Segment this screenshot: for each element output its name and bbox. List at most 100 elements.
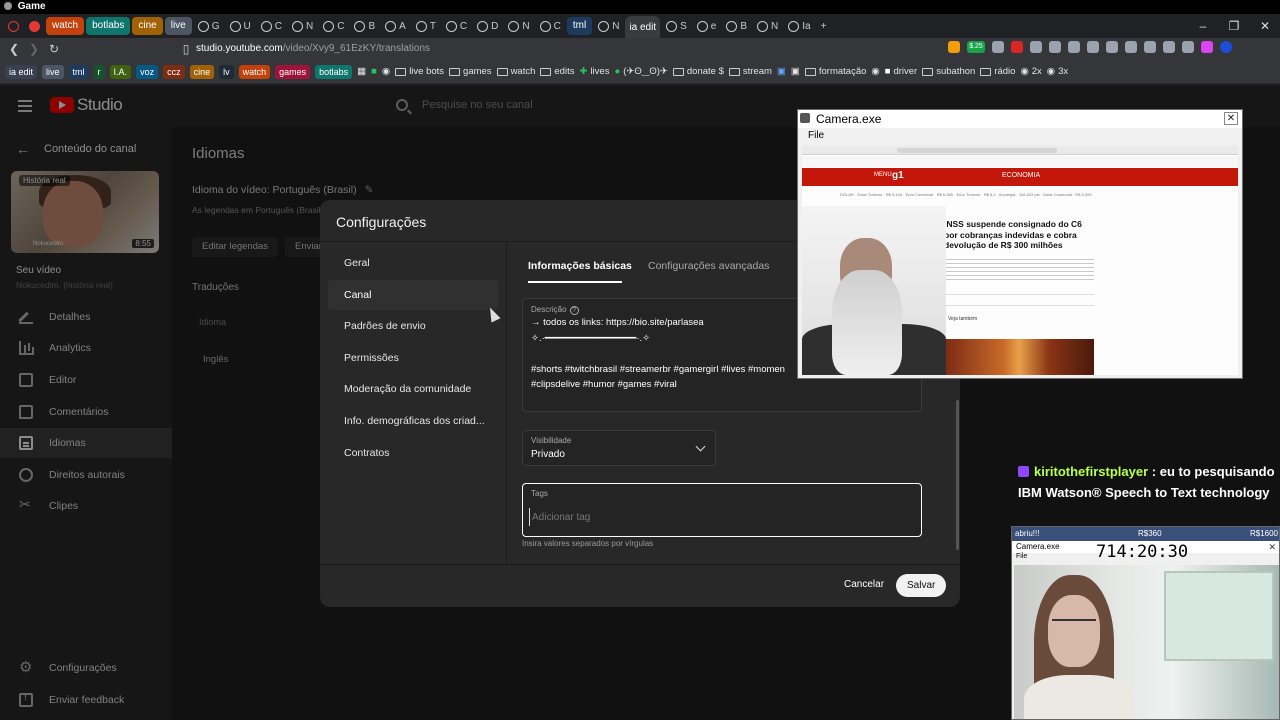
bookmark-tag[interactable]: ccz: [163, 64, 185, 79]
tab-youtube[interactable]: [25, 17, 44, 35]
settings-nav-upload-defaults[interactable]: Padrões de envio: [328, 311, 498, 341]
bookmark-folder[interactable]: formatação: [804, 66, 866, 77]
bookmark-folder[interactable]: ● (✈ʘ‿ʘ)✈: [614, 66, 667, 77]
tab[interactable]: S: [662, 17, 691, 35]
back-icon[interactable]: ❮: [4, 42, 24, 56]
extension-icon[interactable]: [1182, 41, 1194, 53]
bookmark-folder[interactable]: edits: [540, 66, 574, 77]
close-icon[interactable]: ✕: [1268, 542, 1276, 553]
bookmark-folder[interactable]: rádio: [980, 66, 1015, 77]
tab[interactable]: C: [536, 17, 565, 35]
tab[interactable]: T: [412, 17, 440, 35]
maximize-button[interactable]: ❐: [1219, 14, 1249, 38]
tab[interactable]: B: [722, 17, 751, 35]
bookmark-folder[interactable]: ✚ lives: [579, 66, 609, 77]
tab[interactable]: N: [753, 17, 782, 35]
tab[interactable]: N: [288, 17, 317, 35]
apps-grid-icon[interactable]: ▦: [357, 66, 366, 77]
bookmark-folder[interactable]: live bots: [395, 66, 444, 77]
reload-icon[interactable]: ↻: [44, 42, 64, 56]
scrollbar[interactable]: [956, 400, 959, 550]
new-tab-button[interactable]: +: [817, 17, 831, 35]
settings-nav-agreements[interactable]: Contratos: [328, 438, 498, 468]
save-button[interactable]: Salvar: [896, 574, 947, 597]
extension-icon[interactable]: [1011, 41, 1023, 53]
tab[interactable]: C: [319, 17, 348, 35]
bookmark-tag[interactable]: lv: [219, 64, 234, 79]
tab-group-watch[interactable]: watch: [46, 17, 85, 35]
tab[interactable]: D: [473, 17, 502, 35]
bookmark-icon[interactable]: ■: [371, 66, 377, 77]
bookmark-item[interactable]: ▣: [791, 66, 800, 77]
bookmark-folder[interactable]: games: [449, 66, 492, 77]
tags-input[interactable]: [529, 508, 909, 526]
bookmark-tag[interactable]: botlabs: [315, 64, 353, 79]
extension-icon[interactable]: [1125, 41, 1137, 53]
bookmark-tag[interactable]: voz: [136, 64, 159, 79]
bookmark-folder[interactable]: donate $: [672, 66, 724, 77]
bookmark-folder[interactable]: ◉ 2x: [1020, 66, 1041, 77]
bookmark-tag[interactable]: watch: [238, 64, 271, 79]
settings-nav-channel[interactable]: Canal: [328, 280, 498, 310]
tab[interactable]: G: [194, 17, 224, 35]
bookmark-folder[interactable]: watch: [496, 66, 535, 77]
extension-icon[interactable]: [992, 41, 1004, 53]
tab-basic-info[interactable]: Informações básicas: [528, 260, 632, 272]
settings-nav-general[interactable]: Geral: [328, 248, 498, 278]
bookmark-folder[interactable]: stream: [728, 66, 772, 77]
bookmark-tag[interactable]: live: [42, 64, 64, 79]
extension-icon[interactable]: [1201, 41, 1213, 53]
bookmark-tag[interactable]: r: [93, 64, 105, 79]
close-window-button[interactable]: ✕: [1250, 14, 1280, 38]
profile-avatar[interactable]: [1220, 41, 1232, 53]
camera-menu-file[interactable]: File: [798, 128, 1242, 144]
bookmark-folder[interactable]: ■ driver: [885, 66, 918, 77]
streamer-camera-menu-file[interactable]: File: [1012, 553, 1279, 563]
minimize-button[interactable]: –: [1188, 14, 1218, 38]
extension-icon[interactable]: [1106, 41, 1118, 53]
bookmark-icon[interactable]: ▯: [176, 42, 196, 56]
extension-icon[interactable]: [1030, 41, 1042, 53]
tab[interactable]: N: [504, 17, 533, 35]
tags-field[interactable]: Tags: [522, 483, 922, 537]
extension-icon[interactable]: [1068, 41, 1080, 53]
url-bar[interactable]: studio.youtube.com/video/Xvy9_61EzKY/tra…: [196, 40, 876, 58]
tab-group-live[interactable]: live: [164, 17, 192, 35]
tab-active-ia-edit[interactable]: ia edit: [625, 16, 661, 38]
settings-nav-community[interactable]: Moderação da comunidade: [328, 374, 498, 404]
bookmark-tag[interactable]: I.A.: [109, 64, 132, 79]
cancel-button[interactable]: Cancelar: [834, 574, 894, 596]
extension-icon[interactable]: [1049, 41, 1061, 53]
bookmark-folder[interactable]: subathon: [922, 66, 975, 77]
tab[interactable]: e: [693, 17, 721, 35]
extension-icon[interactable]: [1163, 41, 1175, 53]
tab[interactable]: A: [381, 17, 410, 35]
settings-nav-permissions[interactable]: Permissões: [328, 343, 498, 373]
tab[interactable]: N: [594, 17, 623, 35]
bookmark-item[interactable]: ◉: [871, 66, 879, 77]
help-icon[interactable]: ?: [569, 306, 579, 315]
tab-group-cine[interactable]: cine: [132, 17, 163, 35]
bookmark-folder[interactable]: ◉ 3x: [1047, 66, 1068, 77]
bookmark-tag[interactable]: games: [275, 64, 311, 79]
tab-group-tml[interactable]: tml: [566, 17, 593, 35]
tab[interactable]: C: [442, 17, 471, 35]
tab[interactable]: B: [350, 17, 379, 35]
bookmark-item[interactable]: ▣: [777, 66, 786, 77]
tab[interactable]: C: [257, 17, 286, 35]
extension-icon[interactable]: $.25: [967, 41, 985, 53]
bookmark-tag[interactable]: cine: [189, 64, 215, 79]
tab-advanced-settings[interactable]: Configurações avançadas: [648, 260, 769, 272]
extension-icon[interactable]: [948, 41, 960, 53]
tab[interactable]: Ia: [784, 17, 814, 35]
extension-icon[interactable]: [1144, 41, 1156, 53]
settings-nav-demographics[interactable]: Info. demográficas dos criad...: [328, 406, 498, 436]
close-icon[interactable]: ✕: [1224, 112, 1238, 125]
visibility-select[interactable]: Visibilidade Privado: [522, 430, 716, 466]
tab-group-botlabs[interactable]: botlabs: [86, 17, 131, 35]
forward-icon[interactable]: ❯: [24, 42, 44, 56]
tab[interactable]: U: [226, 17, 255, 35]
bookmark-tag[interactable]: tml: [68, 64, 89, 79]
download-icon[interactable]: [1087, 41, 1099, 53]
bookmark-icon[interactable]: ◉: [382, 66, 390, 77]
